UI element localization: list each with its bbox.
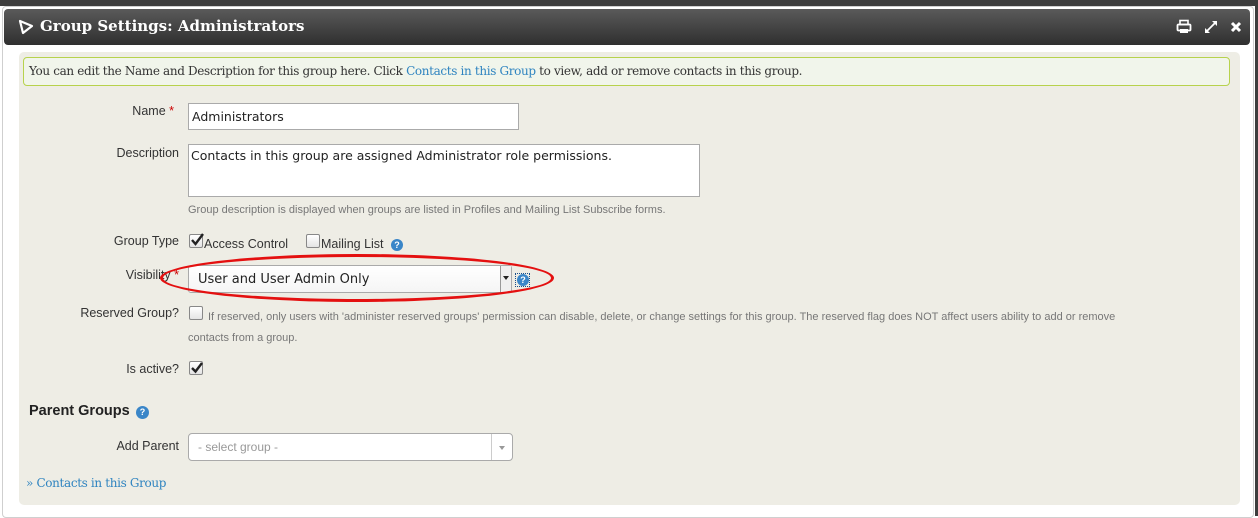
- fullscreen-icon[interactable]: [1202, 18, 1220, 36]
- dropdown-arrow-icon: [500, 266, 511, 292]
- visibility-help-icon[interactable]: ?: [517, 274, 529, 286]
- access-control-label: Access Control: [204, 237, 289, 251]
- visibility-select[interactable]: User and User Admin Only: [188, 265, 512, 293]
- notice-text-before: You can edit the Name and Description fo…: [29, 64, 407, 78]
- reserved-group-label: Reserved Group?: [80, 306, 179, 320]
- add-parent-select[interactable]: - select group -: [188, 433, 513, 461]
- is-active-label: Is active?: [126, 362, 179, 376]
- checkmark-icon: [191, 362, 203, 374]
- close-icon[interactable]: [1227, 18, 1245, 36]
- description-label: Description: [116, 146, 179, 160]
- mailing-list-checkbox[interactable]: [306, 234, 320, 248]
- name-label: Name *: [132, 104, 174, 118]
- dropdown-arrow-icon: [491, 434, 512, 460]
- contacts-in-group-link[interactable]: Contacts in this Group: [406, 64, 536, 78]
- add-parent-placeholder: - select group -: [198, 440, 279, 454]
- access-control-checkbox[interactable]: [189, 233, 204, 248]
- parent-groups-help-icon[interactable]: ?: [136, 406, 149, 419]
- visibility-selected-value: User and User Admin Only: [198, 272, 370, 287]
- contacts-in-group-footer-link[interactable]: » Contacts in this Group: [26, 476, 166, 490]
- reserved-help-line2: contacts from a group.: [188, 332, 298, 344]
- is-active-checkbox[interactable]: [189, 361, 203, 375]
- name-input[interactable]: [188, 103, 519, 130]
- dialog-title: Group Settings: Administrators: [40, 17, 305, 35]
- dialog-titlebar[interactable]: Group Settings: Administrators: [4, 9, 1250, 45]
- description-help: Group description is displayed when grou…: [188, 204, 666, 216]
- triangle-logo-icon: [17, 18, 35, 36]
- mailing-list-label: Mailing List: [321, 237, 384, 251]
- mailing-list-help-icon[interactable]: ?: [391, 239, 403, 251]
- print-icon[interactable]: [1175, 18, 1193, 36]
- group-type-label: Group Type: [113, 234, 179, 248]
- notice-text-after: to view, add or remove contacts in this …: [535, 64, 803, 78]
- info-notice: You can edit the Name and Description fo…: [23, 57, 1230, 86]
- reserved-help-line1: If reserved, only users with 'administer…: [208, 311, 1116, 323]
- description-textarea[interactable]: Contacts in this group are assigned Admi…: [188, 144, 700, 197]
- add-parent-label: Add Parent: [116, 439, 179, 453]
- visibility-label: Visibility *: [125, 268, 179, 282]
- reserved-group-checkbox[interactable]: [189, 306, 203, 320]
- parent-groups-heading: Parent Groups: [29, 403, 130, 419]
- checkmark-icon: [191, 233, 204, 246]
